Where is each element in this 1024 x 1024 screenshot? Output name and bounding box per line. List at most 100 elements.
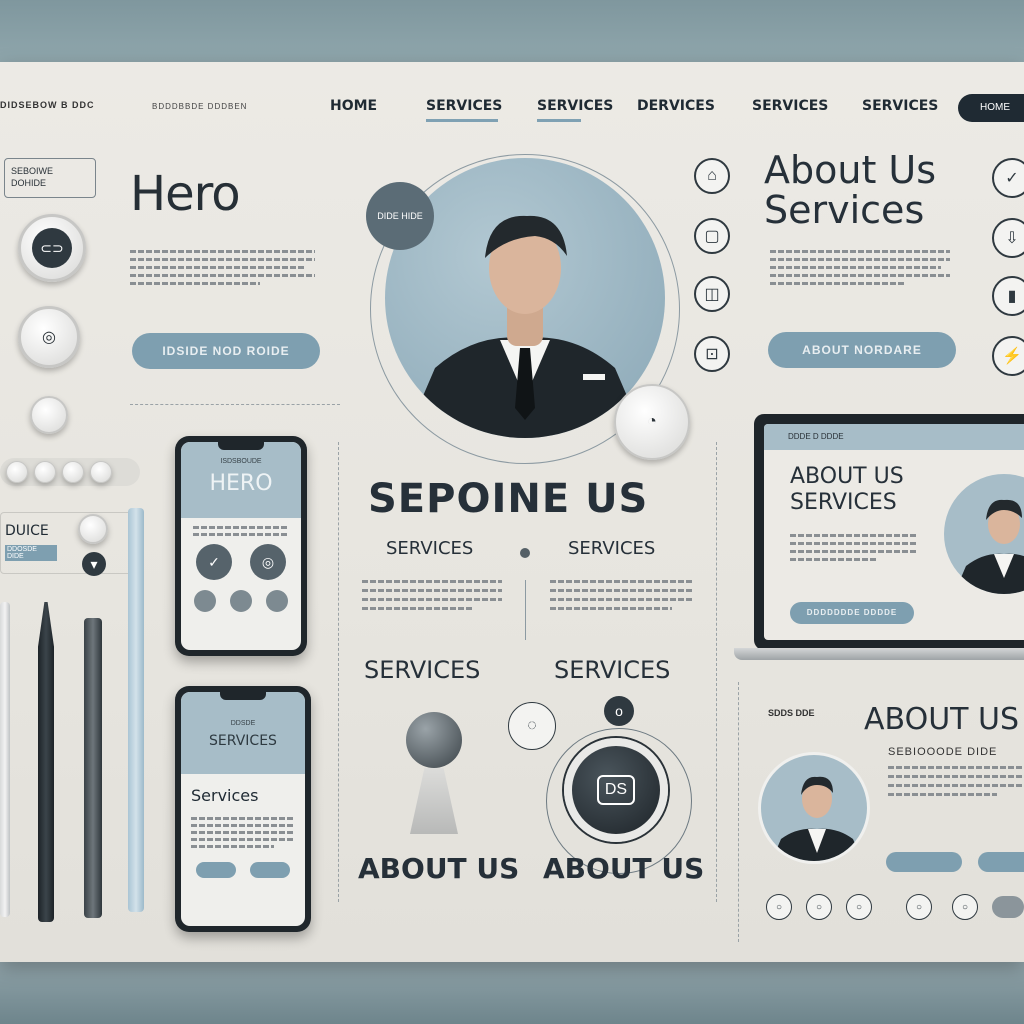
- phone2-top-text: DDSDE: [230, 720, 256, 727]
- dot-icon: [520, 548, 530, 558]
- nav-home[interactable]: HOME: [330, 98, 377, 114]
- dial-icon[interactable]: ◎: [18, 306, 80, 368]
- pin-icon: ▾: [82, 552, 106, 576]
- bottom-right-title: ABOUT US: [864, 702, 1020, 737]
- laptop-title-line1: ABOUT US: [790, 464, 904, 489]
- design-board: DIDSEBOW B DDC BDDDBBDE DDDBEN HOME SERV…: [0, 62, 1024, 962]
- footer-icon-4[interactable]: ○: [906, 894, 932, 920]
- about-icon-4[interactable]: ⊡: [694, 336, 730, 372]
- phone2-text: [191, 817, 295, 848]
- laptop-title-line2: SERVICES: [790, 490, 897, 515]
- bottom-right-avatar: [758, 752, 870, 864]
- toggle-icon-1[interactable]: [6, 461, 28, 483]
- laptop-title: ABOUT US SERVICES: [790, 464, 904, 516]
- phone1-icons: [181, 590, 301, 612]
- middle-col2-text: [550, 580, 694, 610]
- phone1-icon-c[interactable]: [266, 590, 288, 612]
- phone1-title: HERO: [209, 471, 273, 496]
- side-icon-3[interactable]: ▮: [992, 276, 1024, 316]
- link-icon: ⊂⊃: [32, 228, 72, 268]
- phone1-text: [193, 526, 289, 536]
- middle-about2: ABOUT US: [543, 852, 705, 885]
- left-card: DUICE DDOSDE DIDE: [0, 512, 140, 574]
- phone2-buttons: [181, 862, 305, 878]
- side-icon-1[interactable]: ✓: [992, 158, 1024, 198]
- about-icon-3[interactable]: ◫: [694, 276, 730, 312]
- nav-services-2[interactable]: SERVICES: [537, 98, 613, 114]
- phone2-header: SERVICES: [209, 733, 277, 749]
- pen-icon-2: [38, 602, 54, 922]
- laptop-topbar: DDDE D DDDE: [764, 424, 1024, 450]
- about-cta-button[interactable]: ABOUT NORDARE: [768, 332, 956, 368]
- footer-icon-1[interactable]: ○: [766, 894, 792, 920]
- knob-label: DS: [596, 775, 636, 805]
- left-card-label: DUICE: [5, 523, 49, 539]
- laptop-body-text: [790, 534, 916, 561]
- phone1-top-text: ISDSBOUDE: [220, 458, 262, 465]
- record-button-icon[interactable]: ◔: [614, 384, 690, 460]
- about-icon-2[interactable]: ▢: [694, 218, 730, 254]
- footer-icon-2[interactable]: ○: [806, 894, 832, 920]
- nav-services-3[interactable]: DERVICES: [637, 98, 715, 114]
- phone-mockup-2: DDSDE SERVICES Services: [175, 686, 311, 932]
- knob-icon[interactable]: [78, 514, 108, 544]
- small-info-icon[interactable]: o: [604, 696, 634, 726]
- left-card-sub: DDOSDE DIDE: [5, 545, 57, 561]
- hero-badge-line2: DOHIDE: [11, 178, 47, 188]
- middle-big-label1: SERVICES: [364, 656, 481, 684]
- middle-col1-label: SERVICES: [386, 538, 474, 559]
- about-body-text: [770, 250, 950, 285]
- hero-body-text: [130, 250, 315, 285]
- bottom-right-text: [888, 766, 1024, 796]
- toggle-icon-4[interactable]: [90, 461, 112, 483]
- middle-big-label2: SERVICES: [554, 656, 671, 684]
- side-icon-2[interactable]: ⇩: [992, 218, 1024, 258]
- footer-icon-5[interactable]: ○: [952, 894, 978, 920]
- laptop-cta-button[interactable]: DDDDDDDE DDDDE: [790, 602, 914, 624]
- guide-line-3: [716, 442, 717, 902]
- nav-cta-button[interactable]: HOME: [958, 94, 1024, 122]
- bottom-right-small-label: SDDS DDE: [768, 708, 815, 718]
- footer-icon-3[interactable]: ○: [846, 894, 872, 920]
- bottom-right-subtitle: SEBIOOODE DIDE: [888, 746, 998, 758]
- hero-cta-button[interactable]: IDSIDE NOD ROIDE: [132, 333, 320, 369]
- phone2-btn-1[interactable]: [196, 862, 236, 878]
- toggle-icon-2[interactable]: [34, 461, 56, 483]
- about-icon-1[interactable]: ⌂: [694, 158, 730, 194]
- portrait-badge: DIDE HIDE: [366, 182, 434, 250]
- toggle-icon-3[interactable]: [62, 461, 84, 483]
- footer-toggle[interactable]: [992, 896, 1024, 918]
- main-knob-button[interactable]: DS: [564, 738, 668, 842]
- side-icon-4[interactable]: ⚡: [992, 336, 1024, 376]
- hero-badge-line1: SEBOIWE: [11, 166, 54, 176]
- bottom-right-btn-2[interactable]: [978, 852, 1024, 872]
- square-icon: ◎: [42, 329, 56, 346]
- small-dial-icon[interactable]: [30, 396, 68, 434]
- nav-services-4[interactable]: SERVICES: [752, 98, 828, 114]
- sphere-icon: [406, 712, 462, 768]
- middle-col1-text: [362, 580, 502, 610]
- nav-active-underline-2: [537, 119, 581, 122]
- nav-services-1[interactable]: SERVICES: [426, 98, 502, 114]
- phone1-buttons: ✓ ◎: [181, 544, 301, 580]
- phone1-icon-a[interactable]: [194, 590, 216, 612]
- man-portrait-icon: [771, 776, 863, 861]
- bottom-right-btn-1[interactable]: [886, 852, 962, 872]
- ui-knob-icon[interactable]: ⊂⊃: [18, 214, 86, 282]
- phone1-circle-icon[interactable]: ◎: [250, 544, 286, 580]
- pencil-icon: [128, 508, 144, 912]
- guide-line-4: [738, 682, 739, 942]
- phone2-btn-2[interactable]: [250, 862, 290, 878]
- man-in-suit-small-icon: [954, 499, 1024, 594]
- laptop-mockup: DDDE D DDDE ABOUT US SERVICES DDDDDDDE D…: [754, 414, 1024, 650]
- nav-tagline: BDDDBBDE DDDBEN: [152, 102, 248, 111]
- about-title-line2: Services: [764, 188, 925, 232]
- middle-heading: SEPOINE US: [368, 476, 649, 522]
- phone2-title: Services: [191, 786, 259, 805]
- pen-icon-3: [84, 618, 102, 918]
- lamp-base-icon: [410, 768, 458, 834]
- phone1-icon-b[interactable]: [230, 590, 252, 612]
- phone1-check-icon[interactable]: ✓: [196, 544, 232, 580]
- nav-services-5[interactable]: SERVICES: [862, 98, 938, 114]
- leaf-outline-icon[interactable]: ◌: [508, 702, 556, 750]
